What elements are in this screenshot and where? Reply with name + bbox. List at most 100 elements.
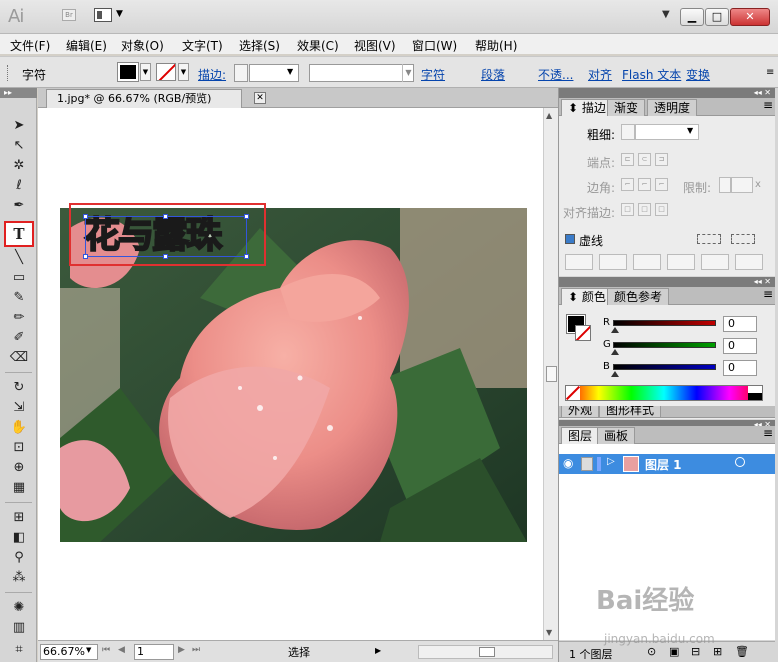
menu-effect[interactable]: 效果(C): [297, 37, 339, 54]
bridge-button[interactable]: Br: [62, 9, 76, 21]
color-spectrum[interactable]: [565, 385, 763, 401]
gap-field[interactable]: [735, 254, 763, 270]
free-transform-tool-icon[interactable]: ⊡: [8, 438, 30, 458]
new-layer-icon[interactable]: ⊞: [713, 645, 722, 658]
chevron-down-icon[interactable]: ▼: [687, 126, 693, 135]
paragraph-link[interactable]: 段落: [481, 66, 505, 83]
align-center-icon[interactable]: □: [621, 203, 634, 216]
flash-text-link[interactable]: Flash 文本: [622, 66, 681, 83]
lasso-tool-icon[interactable]: ℓ: [8, 176, 30, 196]
tab-color[interactable]: ⬍ 颜色: [561, 288, 613, 305]
last-page-icon[interactable]: ⏭: [192, 645, 200, 655]
bevel-join-icon[interactable]: ⌐: [655, 178, 668, 191]
menu-object[interactable]: 对象(O): [121, 37, 164, 54]
symbol-sprayer-tool-icon[interactable]: ✺: [8, 598, 30, 618]
scroll-up-icon[interactable]: ▲: [546, 111, 552, 120]
collapse-icon[interactable]: ◂◂ ✕: [559, 277, 775, 287]
vertical-scrollbar[interactable]: ▲ ▼: [543, 108, 558, 640]
blue-value-field[interactable]: 0: [723, 360, 757, 376]
red-slider[interactable]: [613, 320, 716, 326]
warp-tool-icon[interactable]: ✋: [8, 418, 30, 438]
page-field[interactable]: 1: [134, 644, 174, 660]
align-link[interactable]: 对齐: [588, 66, 612, 83]
maximize-button[interactable]: □: [705, 8, 729, 26]
document-tab[interactable]: 1.jpg* @ 66.67% (RGB/预览): [46, 89, 242, 108]
red-value-field[interactable]: 0: [723, 316, 757, 332]
scale-tool-icon[interactable]: ⇲: [8, 398, 30, 418]
dash-preset-icon[interactable]: [697, 234, 721, 244]
dash-field[interactable]: [633, 254, 661, 270]
locate-object-icon[interactable]: ⊙: [647, 645, 656, 658]
blob-brush-tool-icon[interactable]: ✐: [8, 328, 30, 348]
round-cap-icon[interactable]: ⊂: [638, 153, 651, 166]
pen-tool-icon[interactable]: ✒: [8, 196, 30, 216]
type-tool-icon[interactable]: T: [4, 221, 34, 247]
tab-transparency[interactable]: 透明度: [647, 99, 698, 116]
menu-view[interactable]: 视图(V): [354, 37, 396, 54]
tab-artboards[interactable]: 画板: [597, 427, 636, 444]
menu-select[interactable]: 选择(S): [239, 37, 280, 54]
layer-row[interactable]: ◉ ▷ 图层 1: [559, 454, 775, 474]
menu-help[interactable]: 帮助(H): [475, 37, 517, 54]
rectangle-tool-icon[interactable]: ▭: [8, 268, 30, 288]
perspective-grid-tool-icon[interactable]: ▦: [8, 478, 30, 498]
panel-menu-icon[interactable]: ≡: [766, 67, 774, 78]
stroke-weight-stepper[interactable]: [234, 64, 248, 82]
eraser-tool-icon[interactable]: ⌫: [8, 348, 30, 368]
fill-dropdown-icon[interactable]: ▼: [140, 63, 151, 81]
next-page-icon[interactable]: ▶: [178, 645, 185, 655]
tab-gradient[interactable]: 渐变: [607, 99, 646, 116]
rotate-tool-icon[interactable]: ↻: [8, 378, 30, 398]
visibility-eye-icon[interactable]: ◉: [563, 456, 573, 470]
fill-swatch[interactable]: [117, 62, 139, 82]
gap-field[interactable]: [599, 254, 627, 270]
trash-icon[interactable]: 🗑: [735, 645, 749, 658]
chevron-down-icon[interactable]: ▼: [402, 64, 414, 82]
artboard-tool-icon[interactable]: ⌗: [8, 640, 30, 660]
eyedropper-tool-icon[interactable]: ⚲: [8, 548, 30, 568]
status-selection-label[interactable]: 选择: [288, 644, 310, 660]
mesh-tool-icon[interactable]: ⊞: [8, 508, 30, 528]
green-slider-knob[interactable]: [611, 349, 619, 355]
dash-field[interactable]: [565, 254, 593, 270]
character-link[interactable]: 字符: [421, 66, 445, 83]
stroke-swatch[interactable]: [156, 63, 176, 81]
dashed-checkbox[interactable]: [565, 234, 575, 244]
previous-page-icon[interactable]: ◀: [118, 645, 125, 655]
column-graph-tool-icon[interactable]: ▥: [8, 618, 30, 638]
stroke-link[interactable]: 描边:: [198, 66, 226, 83]
expand-triangle-icon[interactable]: ▷: [607, 456, 615, 467]
menu-file[interactable]: 文件(F): [10, 37, 50, 54]
lock-toggle[interactable]: [581, 457, 593, 471]
direct-selection-tool-icon[interactable]: ↖: [8, 136, 30, 156]
pencil-tool-icon[interactable]: ✏: [8, 308, 30, 328]
new-sublayer-icon[interactable]: ⊟: [691, 645, 700, 658]
miter-join-icon[interactable]: ⌐: [621, 178, 634, 191]
collapse-icon[interactable]: ◂◂ ✕: [559, 88, 775, 98]
panel-menu-icon[interactable]: ≡: [763, 98, 773, 112]
clipping-mask-icon[interactable]: ▣: [669, 645, 679, 658]
opacity-link[interactable]: 不透...: [538, 66, 573, 83]
dash-preset-icon[interactable]: [731, 234, 755, 244]
layer-name[interactable]: 图层 1: [645, 456, 682, 473]
gap-field[interactable]: [667, 254, 695, 270]
menu-edit[interactable]: 编辑(E): [66, 37, 107, 54]
close-icon[interactable]: ✕: [254, 92, 266, 104]
magic-wand-tool-icon[interactable]: ✲: [8, 156, 30, 176]
shape-builder-tool-icon[interactable]: ⊕: [8, 458, 30, 478]
green-value-field[interactable]: 0: [723, 338, 757, 354]
panel-menu-icon[interactable]: ≡: [763, 426, 773, 440]
horizontal-scrollbar[interactable]: [418, 645, 553, 659]
chevron-down-icon[interactable]: ▼: [116, 9, 123, 19]
font-family-field[interactable]: [309, 64, 414, 82]
line-tool-icon[interactable]: ╲: [8, 248, 30, 268]
tab-layers[interactable]: 图层: [561, 427, 600, 444]
blue-slider[interactable]: [613, 364, 716, 370]
projecting-cap-icon[interactable]: ⊐: [655, 153, 668, 166]
selection-tool-icon[interactable]: ➤: [8, 116, 30, 136]
close-button[interactable]: ✕: [730, 8, 770, 26]
blend-tool-icon[interactable]: ⁂: [8, 568, 30, 588]
align-inside-icon[interactable]: □: [638, 203, 651, 216]
collapse-icon[interactable]: ▸▸: [0, 88, 37, 98]
pin-icon[interactable]: ▼: [662, 9, 670, 20]
